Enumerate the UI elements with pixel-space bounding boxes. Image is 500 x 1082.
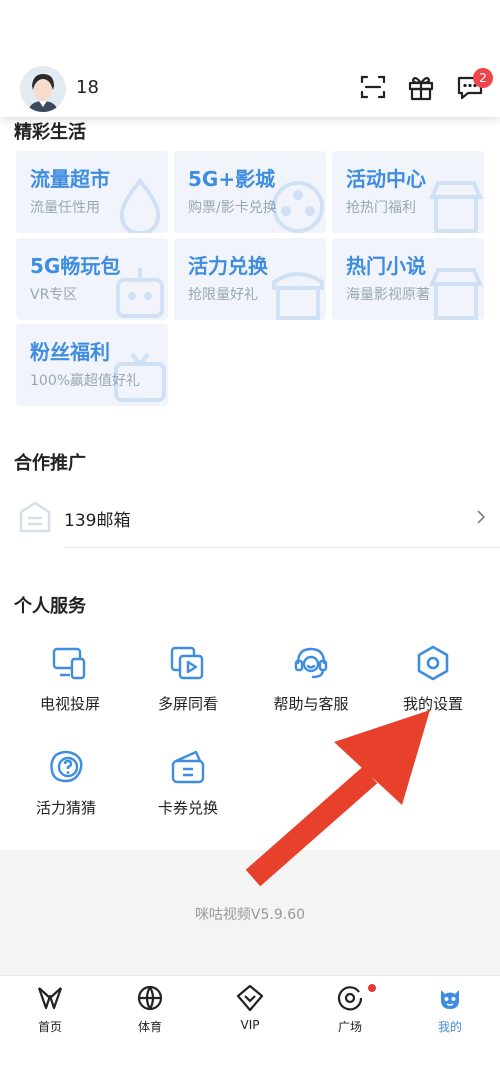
promotion-section-title: 合作推广 xyxy=(14,453,86,474)
tile-subtitle: 流量任性用 xyxy=(30,200,100,216)
service-label: 多屏同看 xyxy=(157,695,218,713)
headset-icon xyxy=(294,647,328,679)
drop-icon xyxy=(119,177,161,233)
promo-label: 139邮箱 xyxy=(64,511,131,531)
wallet-icon xyxy=(171,750,205,784)
divider xyxy=(64,547,500,548)
tile-title: 5G畅玩包 xyxy=(30,254,121,278)
tile-subtitle: 购票/影卡兑换 xyxy=(188,200,277,216)
tab-home[interactable]: 首页 xyxy=(0,984,100,1044)
mailbox-icon xyxy=(19,501,51,533)
tile-5g-play-pack[interactable]: 5G畅玩包 VR专区 xyxy=(16,238,168,320)
service-help-support[interactable]: 帮助与客服 xyxy=(251,645,371,735)
service-label: 卡券兑换 xyxy=(157,799,218,817)
chevron-right-icon xyxy=(477,510,486,524)
tile-title: 粉丝福利 xyxy=(30,340,110,364)
promo-item-139-mail[interactable]: 139邮箱 xyxy=(0,488,500,548)
service-tv-cast[interactable]: 电视投屏 xyxy=(10,645,130,735)
gift-icon[interactable] xyxy=(407,73,435,101)
tile-subtitle: 抢热门福利 xyxy=(346,200,416,216)
tab-label: 首页 xyxy=(37,1020,62,1034)
home-logo-icon xyxy=(37,987,63,1010)
cast-screen-icon xyxy=(52,647,86,680)
tv-icon xyxy=(114,352,166,402)
vip-diamond-icon xyxy=(236,984,264,1012)
tab-label: 广场 xyxy=(337,1020,362,1034)
store-icon xyxy=(272,272,324,320)
app-version: 咪咕视频V5.9.60 xyxy=(194,907,306,923)
service-my-settings[interactable]: 我的设置 xyxy=(373,645,493,735)
bottom-tab-bar: 首页 体育 VIP 广场 我的 xyxy=(0,975,500,1082)
tile-activity-center[interactable]: 活动中心 抢热门福利 xyxy=(332,151,484,233)
tile-popular-novels[interactable]: 热门小说 海量影视原著 xyxy=(332,238,484,320)
tile-title: 活力兑换 xyxy=(188,254,268,278)
service-multi-screen[interactable]: 多屏同看 xyxy=(128,645,248,735)
question-badge-icon xyxy=(50,750,83,783)
tab-plaza[interactable]: 广场 xyxy=(300,984,400,1044)
tab-label: VIP xyxy=(240,1018,260,1032)
tile-title: 流量超市 xyxy=(30,167,110,191)
tile-traffic-market[interactable]: 流量超市 流量任性用 xyxy=(16,151,168,233)
scan-icon[interactable] xyxy=(359,73,387,101)
tab-mine[interactable]: 我的 xyxy=(400,984,500,1044)
shop-icon xyxy=(428,268,484,320)
notification-dot xyxy=(368,984,376,992)
service-coupon-exchange[interactable]: 卡券兑换 xyxy=(128,749,248,839)
tile-vitality-exchange[interactable]: 活力兑换 抢限量好礼 xyxy=(174,238,326,320)
tile-fan-benefits[interactable]: 粉丝福利 100%赢超值好礼 xyxy=(16,324,168,406)
avatar[interactable] xyxy=(20,66,66,112)
tab-vip[interactable]: VIP xyxy=(200,984,300,1044)
tile-subtitle: 抢限量好礼 xyxy=(188,287,258,303)
username: 18 xyxy=(76,77,99,98)
service-label: 活力猜猜 xyxy=(35,799,96,817)
film-reel-icon xyxy=(272,181,324,233)
featured-section-title: 精彩生活 xyxy=(14,122,86,143)
profile-mascot-icon xyxy=(440,990,460,1009)
tile-title: 热门小说 xyxy=(346,254,426,278)
service-vitality-guess[interactable]: 活力猜猜 xyxy=(6,749,126,839)
footer-area: 咪咕视频V5.9.60 xyxy=(0,850,500,975)
service-label: 帮助与客服 xyxy=(273,695,349,713)
tab-label: 体育 xyxy=(137,1020,162,1034)
service-label: 电视投屏 xyxy=(39,695,100,713)
service-label: 我的设置 xyxy=(402,695,463,713)
plaza-icon xyxy=(337,986,363,1011)
tile-5g-cinema[interactable]: 5G+影城 购票/影卡兑换 xyxy=(174,151,326,233)
multi-screen-icon xyxy=(170,646,204,680)
settings-hexagon-icon xyxy=(417,645,449,681)
tile-title: 活动中心 xyxy=(346,167,426,191)
tile-title: 5G+影城 xyxy=(188,167,276,191)
basketball-icon xyxy=(137,985,163,1011)
message-badge: 2 xyxy=(473,68,493,88)
shop-icon xyxy=(428,181,484,233)
tab-label: 我的 xyxy=(437,1020,462,1034)
services-section-title: 个人服务 xyxy=(14,596,86,617)
tile-subtitle: 海量影视原著 xyxy=(346,287,430,303)
profile-header: 18 2 xyxy=(0,0,500,117)
tile-subtitle: VR专区 xyxy=(30,287,78,303)
robot-icon xyxy=(116,268,164,318)
tab-sports[interactable]: 体育 xyxy=(100,984,200,1044)
